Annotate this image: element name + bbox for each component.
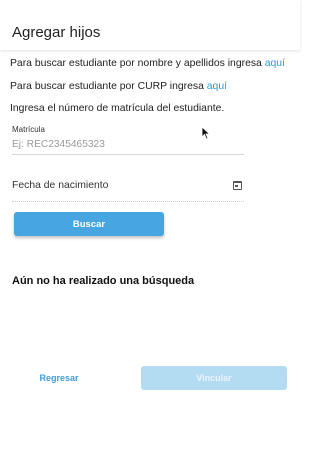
link-child-button[interactable]: Vincular — [141, 366, 287, 390]
search-by-curp-link[interactable]: aquí — [207, 81, 227, 92]
search-by-name-link[interactable]: aquí — [265, 58, 285, 69]
birthdate-field[interactable]: Fecha de nacimiento — [12, 178, 244, 202]
matricula-label: Matrícula — [12, 125, 45, 134]
search-by-curp-text: Para buscar estudiante por CURP ingresa — [10, 81, 204, 92]
search-button[interactable]: Buscar — [14, 212, 164, 236]
page-title: Agregar hijos — [12, 24, 101, 41]
app-header: Agregar hijos — [0, 0, 300, 50]
back-button[interactable]: Regresar — [14, 366, 104, 390]
birthdate-label: Fecha de nacimiento — [12, 180, 109, 191]
mouse-cursor-icon — [201, 126, 211, 140]
search-by-name-text: Para buscar estudiante por nombre y apel… — [10, 58, 262, 69]
search-by-curp-instruction: Para buscar estudiante por CURP ingresa … — [10, 81, 227, 93]
enrollment-instruction: Ingresa el número de matrícula del estud… — [10, 103, 225, 114]
calendar-icon[interactable] — [233, 181, 242, 190]
search-by-name-instruction: Para buscar estudiante por nombre y apel… — [10, 58, 285, 70]
empty-results-message: Aún no ha realizado una búsqueda — [12, 275, 195, 287]
